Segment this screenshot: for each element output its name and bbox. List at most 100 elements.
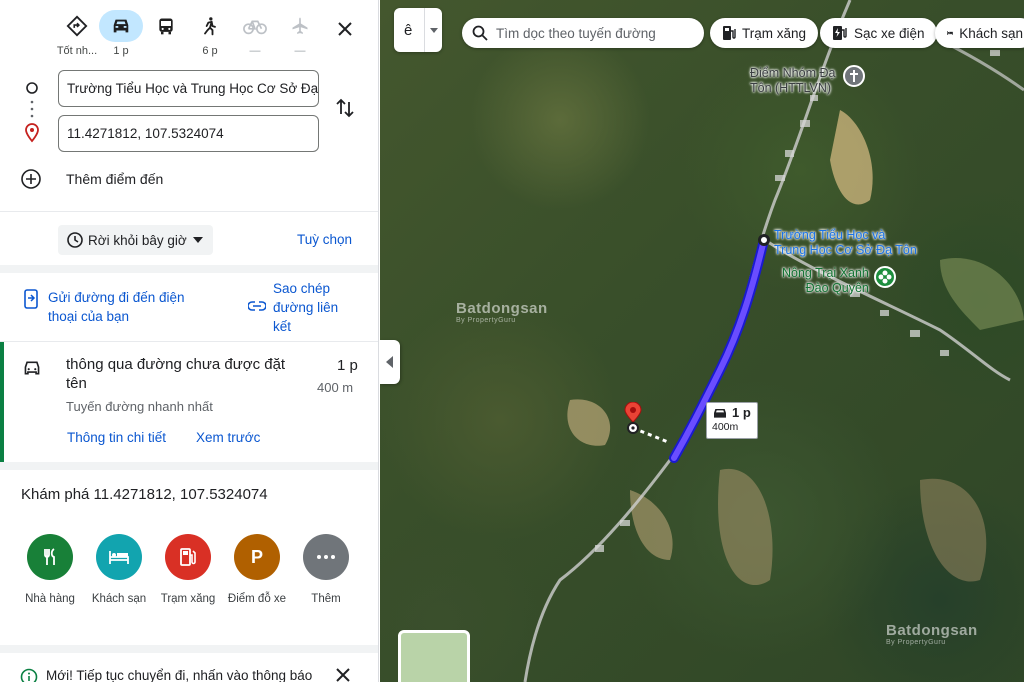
mode-best[interactable]: Tốt nh... — [54, 10, 100, 58]
destination-input[interactable]: 11.4271812, 107.5324074 — [58, 115, 319, 152]
satellite-imagery — [523, 0, 1024, 682]
swap-button[interactable] — [334, 97, 356, 124]
language-dropdown[interactable]: ê — [394, 8, 442, 52]
copy-link-line2: đường liên — [273, 300, 339, 315]
mode-transit[interactable] — [143, 10, 189, 58]
chip-hotels[interactable]: Khách sạn — [935, 18, 1024, 48]
swap-arrows-icon — [336, 98, 354, 118]
travel-mode-bar: Tốt nh... 1 p 6 p — — — [0, 10, 378, 62]
divider — [0, 462, 378, 470]
close-icon — [338, 22, 352, 36]
close-icon — [336, 668, 350, 682]
category-more[interactable]: Thêm — [290, 534, 362, 605]
flower-icon[interactable] — [874, 266, 896, 288]
map-label-poi[interactable]: Điểm Nhóm Đạ Tôn (HTTLVN) — [750, 66, 835, 96]
dropdown-arrow-icon — [429, 27, 438, 33]
notice-banner: Mới! Tiếp tục chuyển đi, nhấn vào thông … — [0, 660, 378, 682]
send-to-phone-line2: thoại của bạn — [48, 309, 130, 324]
route-preview-link[interactable]: Xem trước — [196, 430, 260, 445]
selected-route-indicator — [0, 342, 4, 462]
route-subtitle: Tuyến đường nhanh nhất — [66, 399, 213, 414]
car-icon — [714, 409, 726, 418]
map-label-line: Nông Trại Xanh — [782, 266, 869, 280]
mode-flight[interactable]: — — [277, 10, 323, 58]
destination-pin-icon[interactable] — [623, 401, 643, 441]
chip-label: Trạm xăng — [742, 25, 807, 41]
mode-best-label: Tốt nh... — [56, 45, 98, 57]
mode-cycling[interactable]: — — [232, 10, 278, 58]
watermark-subtext: By PropertyGuru — [886, 639, 946, 646]
map-label-line: Tôn (HTTLVN) — [750, 81, 832, 95]
info-icon — [20, 668, 38, 682]
send-to-phone-button[interactable]: Gửi đường đi đến điện thoại của bạn — [22, 288, 185, 326]
category-restaurants[interactable]: Nhà hàng — [14, 534, 86, 605]
explore-title: Khám phá 11.4271812, 107.5324074 — [21, 486, 268, 503]
add-circle-icon — [21, 169, 41, 189]
divider — [0, 211, 378, 212]
layers-toggle-thumbnail[interactable] — [398, 630, 470, 682]
category-parking[interactable]: P Điểm đỗ xe — [221, 534, 293, 605]
dismiss-notice-button[interactable] — [336, 668, 350, 682]
watermark: Batdongsan By PropertyGuru — [456, 300, 548, 324]
route-markers-icon — [25, 82, 39, 143]
search-along-route[interactable]: Tìm dọc theo tuyến đường — [462, 18, 704, 48]
map-label-school[interactable]: Trường Tiểu Học và Trung Học Cơ Sở Đạ Tô… — [774, 228, 917, 258]
search-placeholder: Tìm dọc theo tuyến đường — [496, 25, 656, 41]
route-title: thông qua đường chưa được đặt tên — [66, 356, 286, 392]
category-gas-stations[interactable]: Trạm xăng — [152, 534, 224, 605]
category-label: Điểm đỗ xe — [227, 593, 287, 605]
depart-time-label: Rời khỏi bây giờ — [88, 232, 187, 248]
origin-input[interactable]: Trường Tiểu Học và Trung Học Cơ Sở Đạ — [58, 70, 319, 107]
add-destination-label: Thêm điểm đến — [66, 171, 164, 187]
gas-station-icon — [165, 534, 211, 580]
bicycle-icon — [233, 10, 277, 42]
walking-icon — [188, 10, 232, 42]
chip-label: Khách sạn — [959, 25, 1023, 41]
route-result-card[interactable]: thông qua đường chưa được đặt tên 1 p 40… — [0, 342, 378, 462]
copy-link-line1: Sao chép — [273, 281, 331, 296]
airplane-icon — [278, 10, 322, 42]
mode-driving[interactable]: 1 p — [98, 10, 144, 58]
copy-link-button[interactable]: Sao chép đường liên kết — [248, 279, 338, 336]
category-label: Trạm xăng — [160, 593, 216, 605]
mode-walking-label: 6 p — [202, 45, 218, 57]
gas-station-icon — [723, 26, 736, 40]
category-label: Nhà hàng — [25, 593, 75, 605]
chip-label: Sạc xe điện — [854, 25, 925, 41]
church-icon[interactable] — [843, 65, 865, 87]
watermark: Batdongsan By PropertyGuru — [886, 622, 978, 646]
category-label: Thêm — [311, 593, 341, 605]
close-directions-button[interactable] — [333, 17, 357, 41]
map-label-line: Trường Tiểu Học và — [774, 228, 886, 242]
more-dots-icon — [303, 534, 349, 580]
map-view[interactable]: Điểm Nhóm Đạ Tôn (HTTLVN) Trường Tiểu Họ… — [380, 0, 1024, 682]
directions-panel: Tốt nh... 1 p 6 p — — Trường Tiểu Học và… — [0, 0, 379, 682]
chip-gas-stations[interactable]: Trạm xăng — [710, 18, 819, 48]
add-destination-button[interactable]: Thêm điểm đến — [20, 168, 163, 190]
hotel-bed-icon — [96, 534, 142, 580]
search-icon — [472, 25, 488, 41]
route-options-button[interactable]: Tuỳ chọn — [297, 232, 352, 247]
mode-flight-label: — — [294, 45, 306, 57]
map-label-line: Trung Học Cơ Sở Đạ Tôn — [774, 243, 917, 257]
parking-icon: P — [234, 534, 280, 580]
bus-icon — [144, 10, 188, 42]
chevron-left-icon — [386, 356, 393, 368]
car-icon — [99, 10, 143, 42]
restaurant-icon — [27, 534, 73, 580]
origin-marker[interactable] — [758, 234, 770, 246]
collapse-panel-button[interactable] — [380, 340, 400, 384]
route-callout[interactable]: 1 p 400m — [706, 402, 758, 439]
route-details-link[interactable]: Thông tin chi tiết — [67, 430, 166, 445]
mode-driving-label: 1 p — [113, 45, 129, 57]
route-duration: 1 p — [337, 357, 358, 374]
watermark-text: Batdongsan — [456, 300, 548, 317]
copy-link-line3: kết — [273, 319, 292, 334]
map-label-farm[interactable]: Nông Trại Xanh Đào Quyên — [782, 266, 869, 296]
category-hotels[interactable]: Khách sạn — [83, 534, 155, 605]
chip-ev-charging[interactable]: Sạc xe điện — [820, 18, 937, 48]
car-icon — [24, 361, 40, 375]
callout-time: 1 p — [732, 405, 751, 420]
depart-time-dropdown[interactable]: Rời khỏi bây giờ — [58, 225, 213, 255]
mode-walking[interactable]: 6 p — [187, 10, 233, 58]
